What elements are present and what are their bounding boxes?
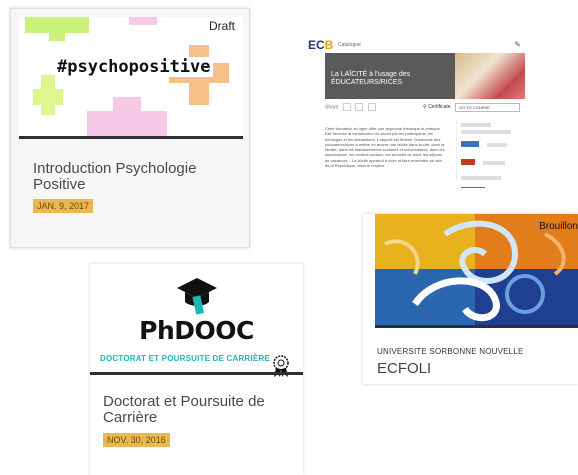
course-thumbnail: PhDOOC DOCTORAT ET POURSUITE DE CARRIÈRE xyxy=(90,264,303,377)
course-thumbnail: #psychopositive xyxy=(19,17,243,137)
catalogue-link[interactable]: Catalogue xyxy=(338,42,361,48)
edit-icon[interactable]: ✎ xyxy=(514,40,521,49)
thumbnail-hashtag: #psychopositive xyxy=(55,57,213,77)
course-description: Cette formation en ligne offre une appro… xyxy=(325,126,445,169)
course-hero-banner: La LAÏCITÉ à l'usage des ÉDUCATEURS/RICE… xyxy=(325,53,525,99)
course-card-ecfoli[interactable]: Brouillon UNIVERSITE SORBONNE NOUVELLE E… xyxy=(363,214,578,384)
course-date-badge: JAN. 9, 2017 xyxy=(33,199,94,213)
course-card-phdooc[interactable]: PhDOOC DOCTORAT ET POURSUITE DE CARRIÈRE… xyxy=(90,264,303,475)
partner-logos xyxy=(456,120,522,188)
course-preview-laicite[interactable]: ECB Catalogue ✎ La LAÏCITÉ à l'usage des… xyxy=(300,30,535,188)
share-bar: Share ⚲ Certificate GO TO COURSE xyxy=(325,103,525,113)
course-card-psychologie-positive[interactable]: #psychopositive Draft Introduction Psych… xyxy=(10,8,250,248)
course-title[interactable]: Doctorat et Poursuite de Carrière xyxy=(103,394,293,426)
draft-badge: Draft xyxy=(208,19,235,33)
phdooc-subtitle: DOCTORAT ET POURSUITE DE CARRIÈRE xyxy=(100,354,270,363)
course-organization: UNIVERSITE SORBONNE NOUVELLE xyxy=(377,347,524,356)
certificate-label: ⚲ Certificate xyxy=(423,104,451,110)
share-label: Share xyxy=(325,104,339,111)
twitter-icon[interactable] xyxy=(355,103,364,111)
course-title[interactable]: Introduction Psychologie Positive xyxy=(33,161,243,193)
draft-badge: Brouillon xyxy=(539,221,578,232)
enroll-button[interactable]: GO TO COURSE xyxy=(455,103,520,112)
graduation-cap-icon xyxy=(177,278,217,315)
card-divider xyxy=(375,325,578,328)
card-divider xyxy=(19,136,243,139)
google-plus-icon[interactable] xyxy=(367,103,376,111)
certificate-icon: ⚲ xyxy=(423,104,427,110)
ecb-logo: ECB xyxy=(308,38,334,52)
course-date-badge: NOV. 30, 2016 xyxy=(103,433,170,447)
phdooc-brand: PhDOOC xyxy=(139,316,254,345)
hero-illustration xyxy=(455,53,525,99)
hero-title: La LAÏCITÉ à l'usage des ÉDUCATEURS/RICE… xyxy=(331,71,411,86)
facebook-icon[interactable] xyxy=(342,103,351,111)
course-title[interactable]: ECFOLI xyxy=(377,360,431,377)
card-divider xyxy=(90,372,303,375)
